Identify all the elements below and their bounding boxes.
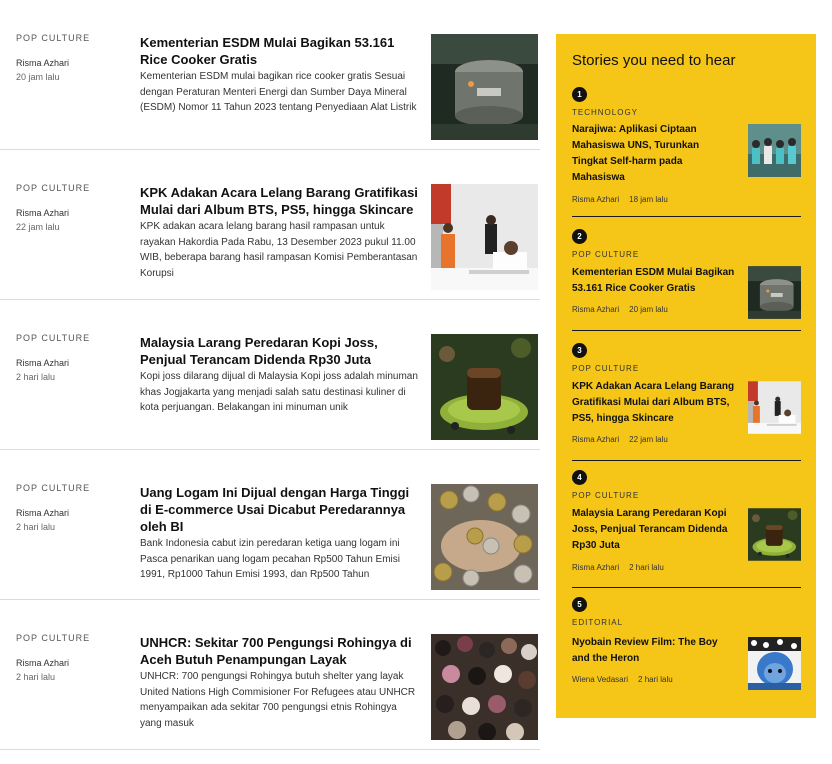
story-category[interactable]: POP CULTURE — [572, 491, 801, 500]
article-author[interactable]: Risma Azhari — [16, 358, 126, 368]
article-author[interactable]: Risma Azhari — [16, 508, 126, 518]
article-card[interactable]: POP CULTURE Risma Azhari 20 jam lalu Kem… — [0, 0, 540, 150]
story-author[interactable]: Risma Azhari — [572, 435, 619, 444]
story-number: 3 — [572, 343, 587, 358]
kpk-press-photo[interactable] — [748, 381, 801, 434]
story-headline[interactable]: Malaysia Larang Peredaran Kopi Joss, Pen… — [572, 506, 737, 554]
article-body: KPK Adakan Acara Lelang Barang Gratifika… — [140, 184, 418, 281]
story-time: 2 hari lalu — [629, 563, 664, 572]
article-time: 22 jam lalu — [16, 222, 60, 232]
story-number: 2 — [572, 229, 587, 244]
article-category[interactable]: POP CULTURE — [16, 633, 126, 643]
article-body: Malaysia Larang Peredaran Kopi Joss, Pen… — [140, 334, 418, 416]
story-byline: Risma Azhari 18 jam lalu — [572, 195, 668, 204]
article-headline[interactable]: UNHCR: Sekitar 700 Pengungsi Rohingya di… — [140, 634, 418, 668]
article-time: 2 hari lalu — [16, 372, 56, 382]
article-meta: POP CULTURE Risma Azhari 2 hari lalu — [16, 633, 126, 682]
story-item[interactable]: 4 POP CULTURE Malaysia Larang Peredaran … — [572, 470, 801, 588]
article-meta: POP CULTURE Risma Azhari 22 jam lalu — [16, 183, 126, 232]
rice-cooker-photo[interactable] — [431, 34, 538, 140]
anime-still[interactable] — [748, 637, 801, 690]
article-feed: POP CULTURE Risma Azhari 20 jam lalu Kem… — [0, 0, 540, 750]
article-excerpt: Kementerian ESDM mulai bagikan rice cook… — [140, 71, 417, 113]
story-category[interactable]: TECHNOLOGY — [572, 108, 801, 117]
article-category[interactable]: POP CULTURE — [16, 483, 126, 493]
article-excerpt: Bank Indonesia cabut izin peredaran keti… — [140, 538, 400, 580]
story-author[interactable]: Risma Azhari — [572, 305, 619, 314]
story-category[interactable]: POP CULTURE — [572, 364, 801, 373]
article-card[interactable]: POP CULTURE Risma Azhari 22 jam lalu KPK… — [0, 150, 540, 300]
story-headline[interactable]: KPK Adakan Acara Lelang Barang Gratifika… — [572, 379, 737, 427]
story-number: 1 — [572, 87, 587, 102]
article-author[interactable]: Risma Azhari — [16, 208, 126, 218]
article-excerpt: Kopi joss dilarang dijual di Malaysia Ko… — [140, 371, 418, 413]
story-byline: Risma Azhari 20 jam lalu — [572, 305, 668, 314]
article-headline[interactable]: KPK Adakan Acara Lelang Barang Gratifika… — [140, 184, 418, 218]
stories-sidebar: Stories you need to hear 1 TECHNOLOGY Na… — [556, 34, 816, 718]
article-headline[interactable]: Uang Logam Ini Dijual dengan Harga Tingg… — [140, 484, 418, 535]
refugees-photo[interactable] — [431, 634, 538, 740]
story-number: 4 — [572, 470, 587, 485]
article-meta: POP CULTURE Risma Azhari 2 hari lalu — [16, 333, 126, 382]
story-category[interactable]: POP CULTURE — [572, 250, 801, 259]
story-category[interactable]: EDITORIAL — [572, 618, 801, 627]
story-author[interactable]: Wiena Vedasari — [572, 675, 628, 684]
coins-photo[interactable] — [431, 484, 538, 590]
story-headline[interactable]: Narajiwa: Aplikasi Ciptaan Mahasiswa UNS… — [572, 122, 737, 186]
article-author[interactable]: Risma Azhari — [16, 58, 126, 68]
article-headline[interactable]: Kementerian ESDM Mulai Bagikan 53.161 Ri… — [140, 34, 418, 68]
story-time: 2 hari lalu — [638, 675, 673, 684]
article-time: 2 hari lalu — [16, 672, 56, 682]
story-time: 18 jam lalu — [629, 195, 668, 204]
article-excerpt: KPK adakan acara lelang barang hasil ram… — [140, 221, 418, 279]
story-item[interactable]: 2 POP CULTURE Kementerian ESDM Mulai Bag… — [572, 229, 801, 331]
article-category[interactable]: POP CULTURE — [16, 333, 126, 343]
story-headline[interactable]: Kementerian ESDM Mulai Bagikan 53.161 Ri… — [572, 265, 737, 297]
article-category[interactable]: POP CULTURE — [16, 33, 126, 43]
story-item[interactable]: 1 TECHNOLOGY Narajiwa: Aplikasi Ciptaan … — [572, 87, 801, 217]
story-author[interactable]: Risma Azhari — [572, 195, 619, 204]
rice-cooker-photo[interactable] — [748, 266, 801, 319]
kopi-joss-photo[interactable] — [748, 508, 801, 561]
students-photo[interactable] — [748, 124, 801, 177]
story-byline: Risma Azhari 22 jam lalu — [572, 435, 668, 444]
article-card[interactable]: POP CULTURE Risma Azhari 2 hari lalu Mal… — [0, 300, 540, 450]
story-number: 5 — [572, 597, 587, 612]
article-card[interactable]: POP CULTURE Risma Azhari 2 hari lalu Uan… — [0, 450, 540, 600]
kpk-press-photo[interactable] — [431, 184, 538, 290]
kopi-joss-photo[interactable] — [431, 334, 538, 440]
story-time: 20 jam lalu — [629, 305, 668, 314]
story-item[interactable]: 3 POP CULTURE KPK Adakan Acara Lelang Ba… — [572, 343, 801, 461]
article-headline[interactable]: Malaysia Larang Peredaran Kopi Joss, Pen… — [140, 334, 418, 368]
article-body: Uang Logam Ini Dijual dengan Harga Tingg… — [140, 484, 418, 583]
article-author[interactable]: Risma Azhari — [16, 658, 126, 668]
article-meta: POP CULTURE Risma Azhari 2 hari lalu — [16, 483, 126, 532]
story-author[interactable]: Risma Azhari — [572, 563, 619, 572]
article-category[interactable]: POP CULTURE — [16, 183, 126, 193]
article-body: UNHCR: Sekitar 700 Pengungsi Rohingya di… — [140, 634, 418, 731]
story-headline[interactable]: Nyobain Review Film: The Boy and the Her… — [572, 635, 737, 667]
article-meta: POP CULTURE Risma Azhari 20 jam lalu — [16, 33, 126, 82]
story-byline: Wiena Vedasari 2 hari lalu — [572, 675, 673, 684]
sidebar-title: Stories you need to hear — [572, 52, 736, 69]
article-time: 2 hari lalu — [16, 522, 56, 532]
story-item[interactable]: 5 EDITORIAL Nyobain Review Film: The Boy… — [572, 597, 801, 709]
article-card[interactable]: POP CULTURE Risma Azhari 2 hari lalu UNH… — [0, 600, 540, 750]
story-byline: Risma Azhari 2 hari lalu — [572, 563, 664, 572]
story-time: 22 jam lalu — [629, 435, 668, 444]
article-time: 20 jam lalu — [16, 72, 60, 82]
article-body: Kementerian ESDM Mulai Bagikan 53.161 Ri… — [140, 34, 418, 116]
article-excerpt: UNHCR: 700 pengungsi Rohingya butuh shel… — [140, 671, 416, 729]
